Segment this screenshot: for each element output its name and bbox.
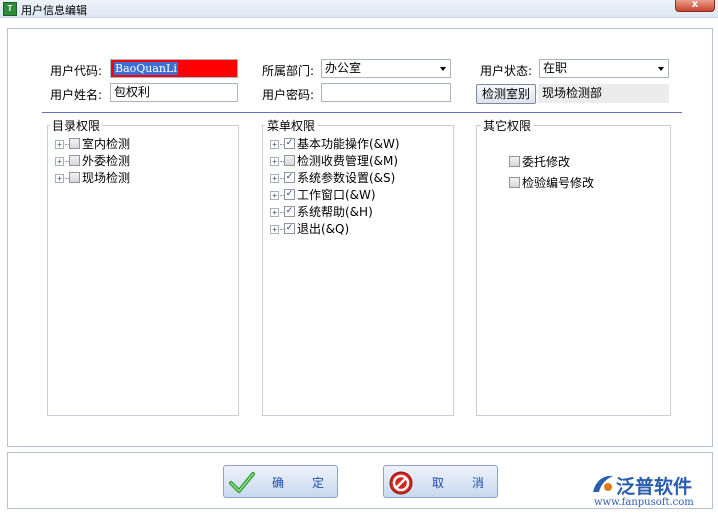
tree-item-label: 现场检测 [82,171,131,185]
status-label: 用户状态: [480,64,533,78]
tree-item[interactable]: + 外委检测 [55,153,225,169]
expand-icon[interactable]: + [55,174,64,183]
expand-icon[interactable]: + [270,140,279,149]
checkbox-icon[interactable] [69,155,80,166]
user-code-label: 用户代码: [50,64,103,78]
checkbox-checked-icon[interactable]: ✓ [284,189,295,200]
logo-url: www.fanpusoft.com [594,497,694,508]
tree-item[interactable]: + 现场检测 [55,170,225,186]
title-bar: T 用户信息编辑 x [0,0,718,18]
password-label: 用户密码: [262,88,315,102]
expand-icon[interactable]: + [55,140,64,149]
expand-icon[interactable]: + [270,157,279,166]
cancel-button-label: 取消 [432,476,513,490]
expand-icon[interactable]: + [270,225,279,234]
tree-item[interactable]: + ✓ 系统参数设置(&S) [270,170,440,186]
department-select[interactable]: 办公室 [321,59,451,78]
menu-permissions-title: 菜单权限 [265,117,318,134]
ok-button[interactable]: 确定 [223,465,338,498]
tree-item-label: 检验编号修改 [522,176,595,190]
tree-item-label: 系统帮助(&H) [297,205,373,219]
status-value: 在职 [543,61,568,75]
checkbox-checked-icon[interactable]: ✓ [284,172,295,183]
logo-icon [593,475,613,492]
checkbox-icon[interactable] [509,177,520,188]
lab-value: 现场检测部 [538,84,669,103]
close-button[interactable]: x [675,0,715,12]
tree-item[interactable]: 检验编号修改 [509,175,679,191]
chevron-down-icon [440,67,446,71]
tree-item-label: 退出(&Q) [297,222,350,236]
user-code-value: BaoQuanLi [114,62,178,75]
cancel-button[interactable]: 取消 [383,465,498,498]
tree-item[interactable]: + ✓ 退出(&Q) [270,221,440,237]
user-name-input[interactable]: 包权利 [110,83,238,102]
department-label: 所属部门: [262,64,315,78]
expand-icon[interactable]: + [270,191,279,200]
password-input[interactable] [321,83,451,102]
checkbox-icon[interactable] [69,172,80,183]
tree-item-label: 基本功能操作(&W) [297,137,400,151]
user-name-value: 包权利 [114,85,151,99]
tree-item-label: 外委检测 [82,154,131,168]
logo-name: 泛普软件 [616,476,693,498]
tree-item[interactable]: + ✓ 工作窗口(&W) [270,187,440,203]
checkbox-icon[interactable] [509,156,520,167]
checkbox-checked-icon[interactable]: ✓ [284,138,295,149]
expand-icon[interactable]: + [55,157,64,166]
brand-logo: 泛普软件 www.fanpusoft.com [590,470,715,512]
divider [42,112,682,113]
checkbox-icon[interactable] [284,155,295,166]
tree-item[interactable]: + ✓ 系统帮助(&H) [270,204,440,220]
check-icon [229,472,255,493]
tree-item[interactable]: 委托修改 [509,154,679,170]
tree-item-label: 系统参数设置(&S) [297,171,396,185]
checkbox-checked-icon[interactable]: ✓ [284,206,295,217]
other-permissions-title: 其它权限 [481,117,534,134]
tree-item[interactable]: + ✓ 基本功能操作(&W) [270,136,440,152]
user-name-label: 用户姓名: [50,88,103,102]
tree-item-label: 室内检测 [82,137,131,151]
checkbox-checked-icon[interactable]: ✓ [284,223,295,234]
chevron-down-icon [658,67,664,71]
tree-item[interactable]: + 检测收费管理(&M) [270,153,440,169]
window-title: 用户信息编辑 [21,4,87,17]
expand-icon[interactable]: + [270,174,279,183]
tree-item-label: 工作窗口(&W) [297,188,376,202]
ok-button-label: 确定 [272,476,353,490]
tree-item[interactable]: + 室内检测 [55,136,225,152]
lab-select-button[interactable]: 检测室别 [476,84,536,104]
user-code-input[interactable]: BaoQuanLi [110,59,238,78]
cancel-icon [389,471,413,495]
checkbox-icon[interactable] [69,138,80,149]
status-select[interactable]: 在职 [539,59,669,78]
department-value: 办公室 [325,61,362,75]
expand-icon[interactable]: + [270,208,279,217]
tree-item-label: 委托修改 [522,155,571,169]
catalog-permissions-title: 目录权限 [50,117,103,134]
app-icon: T [3,2,17,16]
tree-item-label: 检测收费管理(&M) [297,154,399,168]
